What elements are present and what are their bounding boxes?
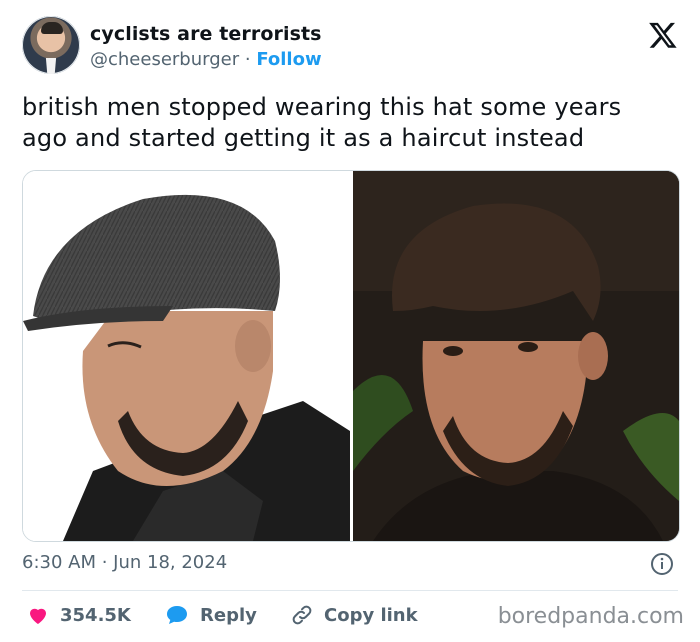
like-count: 354.5K [60, 604, 131, 626]
heart-icon [30, 608, 46, 624]
divider [22, 590, 678, 591]
info-icon[interactable] [650, 552, 674, 576]
x-logo-icon[interactable] [648, 20, 678, 50]
speech-bubble-icon [167, 606, 187, 624]
tweet-header: cyclists are terrorists @cheeserburger ·… [22, 16, 680, 80]
copy-link-label: Copy link [324, 604, 418, 626]
like-button[interactable]: 354.5K [26, 600, 131, 630]
avatar[interactable] [22, 16, 80, 74]
author-display-name[interactable]: cyclists are terrorists [90, 23, 322, 45]
haircut-photo[interactable] [353, 171, 679, 541]
watermark: boredpanda.com [497, 604, 684, 629]
link-icon [292, 605, 312, 625]
reply-button[interactable]: Reply [164, 600, 257, 630]
copy-link-button[interactable]: Copy link [290, 600, 418, 630]
tweet-media[interactable] [22, 170, 680, 542]
author-handle[interactable]: @cheeserburger [90, 49, 239, 70]
follow-button[interactable]: Follow [256, 49, 321, 70]
flat-cap-photo[interactable] [23, 171, 350, 541]
tweet-timestamp[interactable]: 6:30 AM · Jun 18, 2024 [22, 552, 227, 573]
reply-label: Reply [200, 604, 257, 626]
handle-separator: · [244, 49, 251, 70]
tweet-text: british men stopped wearing this hat som… [22, 93, 622, 152]
author-handle-row: @cheeserburger · Follow [90, 49, 322, 70]
